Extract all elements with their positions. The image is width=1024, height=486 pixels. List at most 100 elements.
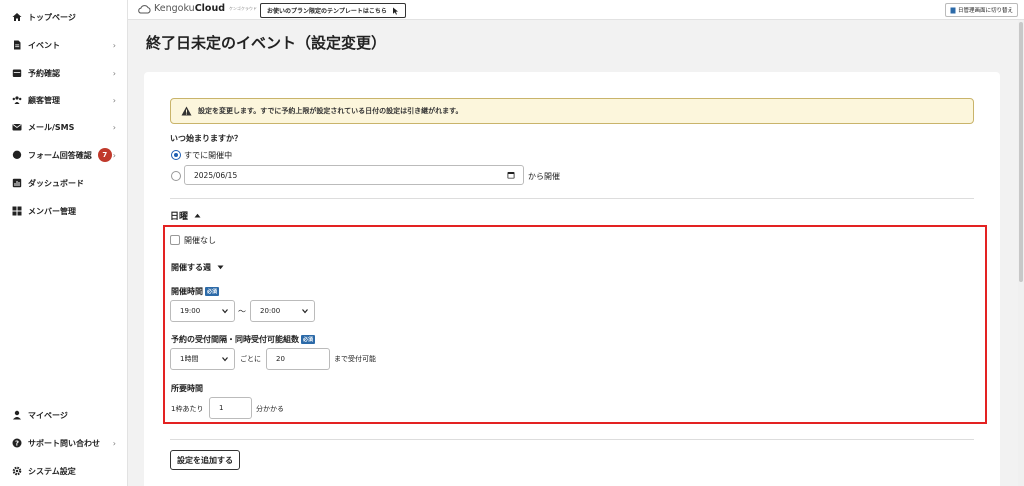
section-divider [170,198,974,199]
svg-text:?: ? [15,440,19,448]
ongoing-radio[interactable] [171,150,181,160]
required-badge: 必須 [205,287,220,296]
end-time-value: 20:00 [260,307,281,315]
chat-icon [12,150,22,160]
chevron-right-icon: › [112,122,116,132]
capacity-suffix: まで受付可能 [334,355,376,363]
required-badge: 必須 [301,335,316,344]
chart-icon [12,178,22,188]
sidebar-item-dashboard[interactable]: ダッシュボード [12,173,120,193]
sidebar-item-top[interactable]: トップページ [12,7,120,27]
mail-icon [12,122,22,132]
switch-icon [950,7,956,13]
sidebar-item-label: メンバー管理 [28,206,76,216]
weeks-label: 開催する週 [171,263,211,272]
chevron-down-icon [217,265,224,270]
select-caret-icon [302,309,308,314]
sidebar-item-label: メール/SMS [28,122,75,132]
plan-templates-label: お使いのプラン限定のテンプレートはこちら [267,8,387,15]
grid-icon [12,206,22,216]
page-title: 終了日未定のイベント（設定変更） [146,34,387,52]
sidebar-item-label: システム設定 [28,466,76,476]
start-time-select[interactable]: 19:00 [170,300,235,322]
select-caret-icon [222,309,228,314]
chevron-right-icon: › [112,438,116,448]
sidebar-item-customers[interactable]: 顧客管理 › [12,90,120,110]
sidebar-item-label: 顧客管理 [28,95,60,105]
section-divider [170,439,974,440]
per-label: ごとに [240,355,261,363]
sidebar-item-members[interactable]: メンバー管理 [12,201,120,221]
capacity-value: 20 [276,355,285,363]
sidebar-item-support[interactable]: ? サポート問い合わせ › [12,433,120,453]
duration-input[interactable]: 1 [209,397,252,419]
sidebar-item-mypage[interactable]: マイページ [12,405,120,425]
document-icon [12,40,22,50]
time-label-row: 開催時間 必須 [171,286,220,297]
brand-name-part: Cloud [194,3,226,14]
weeks-toggle[interactable]: 開催する週 [171,262,224,273]
time-range-tilde: 〜 [238,307,246,316]
people-icon [12,95,22,105]
capacity-input[interactable]: 20 [266,348,330,370]
sidebar-item-events[interactable]: イベント › [12,35,120,55]
cloud-icon [138,4,151,13]
per-slot-label: 1枠あたり [171,405,204,413]
sidebar-item-label: 予約確認 [28,68,60,78]
ongoing-label: すでに開催中 [184,151,233,160]
top-header: Kengoku Cloud ケンゴクラウド お使いのプラン限定のテンプレートはこち… [128,0,1024,20]
sidebar-item-label: マイページ [28,410,68,420]
brand-tagline: ケンゴクラウド [229,5,257,11]
sidebar-item-mail[interactable]: メール/SMS › [12,117,120,137]
chevron-right-icon: › [112,68,116,78]
switch-admin-button[interactable]: 日管理画面に切り替え [944,3,1018,17]
chevron-right-icon: › [112,150,116,160]
warning-alert: 設定を変更します。すでに予約上限が設定されている日付の設定は引き継がれます。 [170,98,974,124]
duration-label: 所要時間 [171,384,203,393]
sunday-section-title: 日曜 [170,212,189,222]
warning-icon [181,106,192,116]
user-icon [12,410,22,420]
gear-icon [12,466,22,476]
end-time-select[interactable]: 20:00 [250,300,315,322]
add-setting-button[interactable]: 設定を追加する [170,450,240,470]
home-icon [12,12,22,22]
interval-label: 予約の受付間隔・同時受付可能組数 [171,335,299,344]
select-caret-icon [222,357,228,362]
interval-select[interactable]: 1時間 [170,348,235,370]
brand-logo[interactable]: Kengoku Cloud ケンゴクラウド [137,3,257,14]
sidebar-item-label: ダッシュボード [28,178,84,188]
sidebar-item-form-answers[interactable]: フォーム回答確認 7 › [12,145,120,165]
plan-templates-button[interactable]: お使いのプラン限定のテンプレートはこちら [260,3,406,18]
chevron-right-icon: › [112,95,116,105]
duration-suffix: 分かかる [256,405,284,413]
highlight-box [163,225,987,424]
sidebar: トップページ イベント › 予約確認 › 顧客管理 › メール/SMS › フォ… [0,0,128,486]
start-date-input[interactable]: 2025/06/15 [184,165,524,185]
calendar-picker-icon[interactable] [507,171,515,179]
sidebar-item-settings[interactable]: システム設定 [12,461,120,481]
start-time-value: 19:00 [180,307,201,315]
chevron-right-icon: › [112,40,116,50]
no-event-label: 開催なし [184,236,216,245]
alert-text: 設定を変更します。すでに予約上限が設定されている日付の設定は引き継がれます。 [198,107,463,115]
chevron-up-icon [194,213,201,218]
duration-value: 1 [219,404,224,412]
sunday-section-toggle[interactable]: 日曜 [170,209,201,222]
time-label: 開催時間 [171,287,203,296]
sidebar-item-label: トップページ [28,12,76,22]
scrollbar-thumb[interactable] [1019,22,1023,282]
notification-badge: 7 [97,148,112,162]
calendar-icon [12,68,22,78]
from-suffix: から開催 [528,172,560,181]
cursor-icon [392,7,398,15]
sidebar-item-reservations[interactable]: 予約確認 › [12,63,120,83]
interval-label-row: 予約の受付間隔・同時受付可能組数 必須 [171,334,316,345]
start-date-radio[interactable] [171,171,181,181]
brand-name-part: Kengoku [154,3,195,14]
sidebar-item-label: イベント [28,40,60,50]
interval-value: 1時間 [180,355,199,363]
question-icon: ? [12,438,22,448]
no-event-checkbox[interactable] [170,235,180,245]
start-question: いつ始まりますか？ [170,134,242,143]
